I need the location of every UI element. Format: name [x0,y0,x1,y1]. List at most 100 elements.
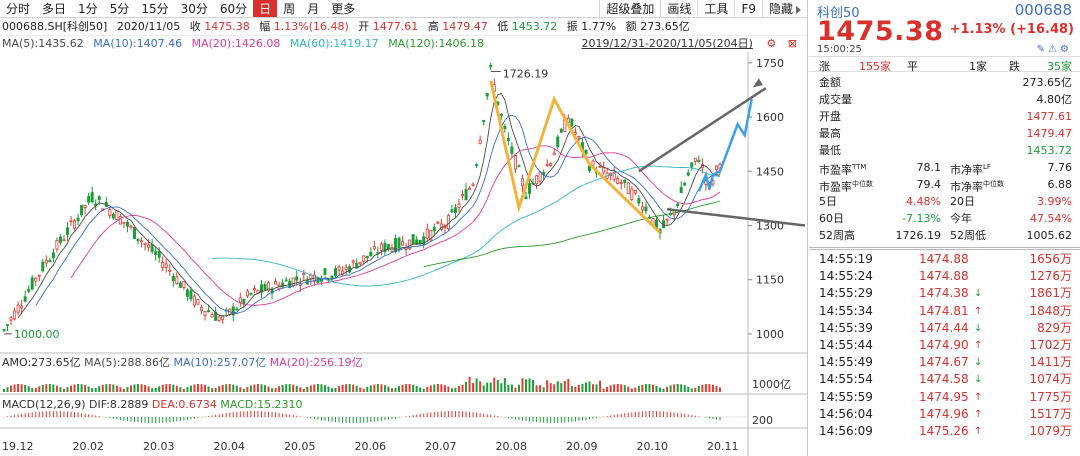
chart-area[interactable]: 1750 1600 1450 1300 1150 1000 1726.19 1000.00 AM… [0,52,808,456]
candle-body [30,277,34,290]
tool-button-3[interactable]: F9 [734,0,762,17]
alert-icon[interactable]: ⚠ [1048,44,1060,55]
volume-bar [493,377,496,392]
candle-body [372,246,376,250]
volume-bar [426,386,429,392]
stat-row: 开盘 1477.61 [809,108,1080,125]
volume-bar [267,386,270,392]
tick-row[interactable]: 14:56:09 1475.26 ↑ 1079万 [809,423,1080,440]
candle-body [133,227,137,239]
volume-bar [232,384,235,392]
tick-price: 1474.88 [919,269,969,284]
volume-bar [708,384,711,392]
volume-bar [644,384,647,392]
tick-time: 14:55:34 [819,303,873,318]
volume-bar [468,376,471,392]
tick-row[interactable]: 14:55:39 1474.44 ↓ 829万 [809,320,1080,337]
stat-value: 273.65亿 [1022,76,1073,89]
tool-button-2[interactable]: 工具 [697,0,734,17]
tick-row[interactable]: 14:55:24 1474.88 1276万 [809,268,1080,285]
volume-bar [475,378,478,392]
tick-price: 1475.26 [919,423,969,438]
period-tab-0[interactable]: 分时 [0,0,36,17]
period-tab-8[interactable]: 周 [277,0,301,17]
volume-bar [440,384,443,392]
change-field: 幅 1.13%(16.48) [259,20,349,33]
volume-bar [503,378,506,392]
ma10-line [35,114,721,315]
stat-pair-row: 60日 -7.13% 今年 47.54% [809,210,1080,227]
close-icon[interactable]: ⊠ [788,37,797,50]
candle-body [161,262,165,268]
tick-row[interactable]: 14:55:29 1474.38 ↓ 1861万 [809,285,1080,302]
volume-bar [606,386,609,392]
edit-icon[interactable]: ✎ [1037,44,1048,55]
volume-bar [697,386,700,392]
tick-row[interactable]: 14:55:34 1474.81 ↑ 1848万 [809,303,1080,320]
volume-bar [323,385,326,392]
candle-body [552,152,556,156]
volume-bar [546,380,549,392]
price-tick-label: 1750 [756,57,784,70]
kline-chart[interactable]: 1750160014501300115010001726.191000.00AM… [0,52,808,456]
tick-time: 14:56:04 [819,406,873,421]
tick-list[interactable]: 14:55:19 1474.88 1656万 14:55:24 1474.88 1276万… [809,251,1080,440]
volume-bar [59,387,62,392]
volume-bar [419,387,422,392]
ma-legend: MA(5):1435.62 MA(10):1407.46 MA(20):1426… [0,36,807,52]
stat-row: 最低 1453.72 [809,142,1080,159]
arrow-up-icon: ↑ [974,408,983,420]
candle-body [23,296,27,302]
tick-price: 1474.90 [919,337,969,352]
volume-bar [539,385,542,392]
volume-bar [165,384,168,392]
volume-bar [447,386,450,392]
tick-row[interactable]: 14:55:59 1474.95 ↑ 1775万 [809,389,1080,406]
candle-body [640,206,644,211]
period-tab-1[interactable]: 多日 [36,0,72,17]
volume-bar [45,384,48,392]
settings-icon[interactable]: ⚙ [766,37,776,50]
period-tab-5[interactable]: 30分 [175,0,214,17]
volume-bar [655,385,658,392]
stat-value: 3.99% [1037,195,1072,208]
stat-row: 最高 1479.47 [809,125,1080,142]
candle-body [284,279,288,282]
tool-button-4[interactable]: 隐藏 [761,0,807,17]
volume-bar [510,384,513,392]
period-tab-10[interactable]: 更多 [325,0,361,17]
x-tick-label: 20.07 [425,440,457,453]
tick-time: 14:55:29 [819,286,873,301]
period-tab-7[interactable]: 日 [253,0,278,17]
date-range-selector[interactable]: 2019/12/31-2020/11/05(204日) ⚙ ⊠ [581,36,803,52]
period-tab-2[interactable]: 1分 [72,0,104,17]
candle-body [432,226,436,232]
tick-row[interactable]: 14:55:19 1474.88 1656万 [809,251,1080,268]
period-tab-6[interactable]: 60分 [214,0,253,17]
volume-bar [129,385,132,392]
period-tab-9[interactable]: 月 [301,0,325,17]
high-annotation: 1726.19 [503,68,548,81]
period-tab-4[interactable]: 15分 [135,0,174,17]
candle-body [203,311,207,317]
volume-legend-item: MA(10):257.07亿 [170,356,266,369]
candle-body [598,165,602,168]
candle-body [344,266,348,270]
date-range-label[interactable]: 2019/12/31-2020/11/05(204日) [582,37,753,50]
x-tick-label: 20.09 [566,440,598,453]
volume-bar [302,388,305,392]
volume-bar [669,385,672,392]
tick-row[interactable]: 14:55:44 1474.90 ↑ 1702万 [809,337,1080,354]
tick-row[interactable]: 14:56:04 1474.96 ↑ 1517万 [809,406,1080,423]
stat-label: 52周高 [819,229,855,242]
tool-button-1[interactable]: 画线 [660,0,697,17]
period-tab-3[interactable]: 5分 [104,0,136,17]
tool-button-0[interactable]: 超级叠加 [599,0,660,17]
stat-value: 78.1 [916,161,942,174]
tick-row[interactable]: 14:55:54 1474.58 ↓ 1074万 [809,371,1080,388]
tick-row[interactable]: 14:55:49 1474.67 ↓ 1411万 [809,354,1080,371]
volume-bar [373,384,376,392]
volume-bar [119,387,122,392]
candle-body [122,221,126,224]
settings-icon[interactable]: ⚙ [1060,44,1072,55]
